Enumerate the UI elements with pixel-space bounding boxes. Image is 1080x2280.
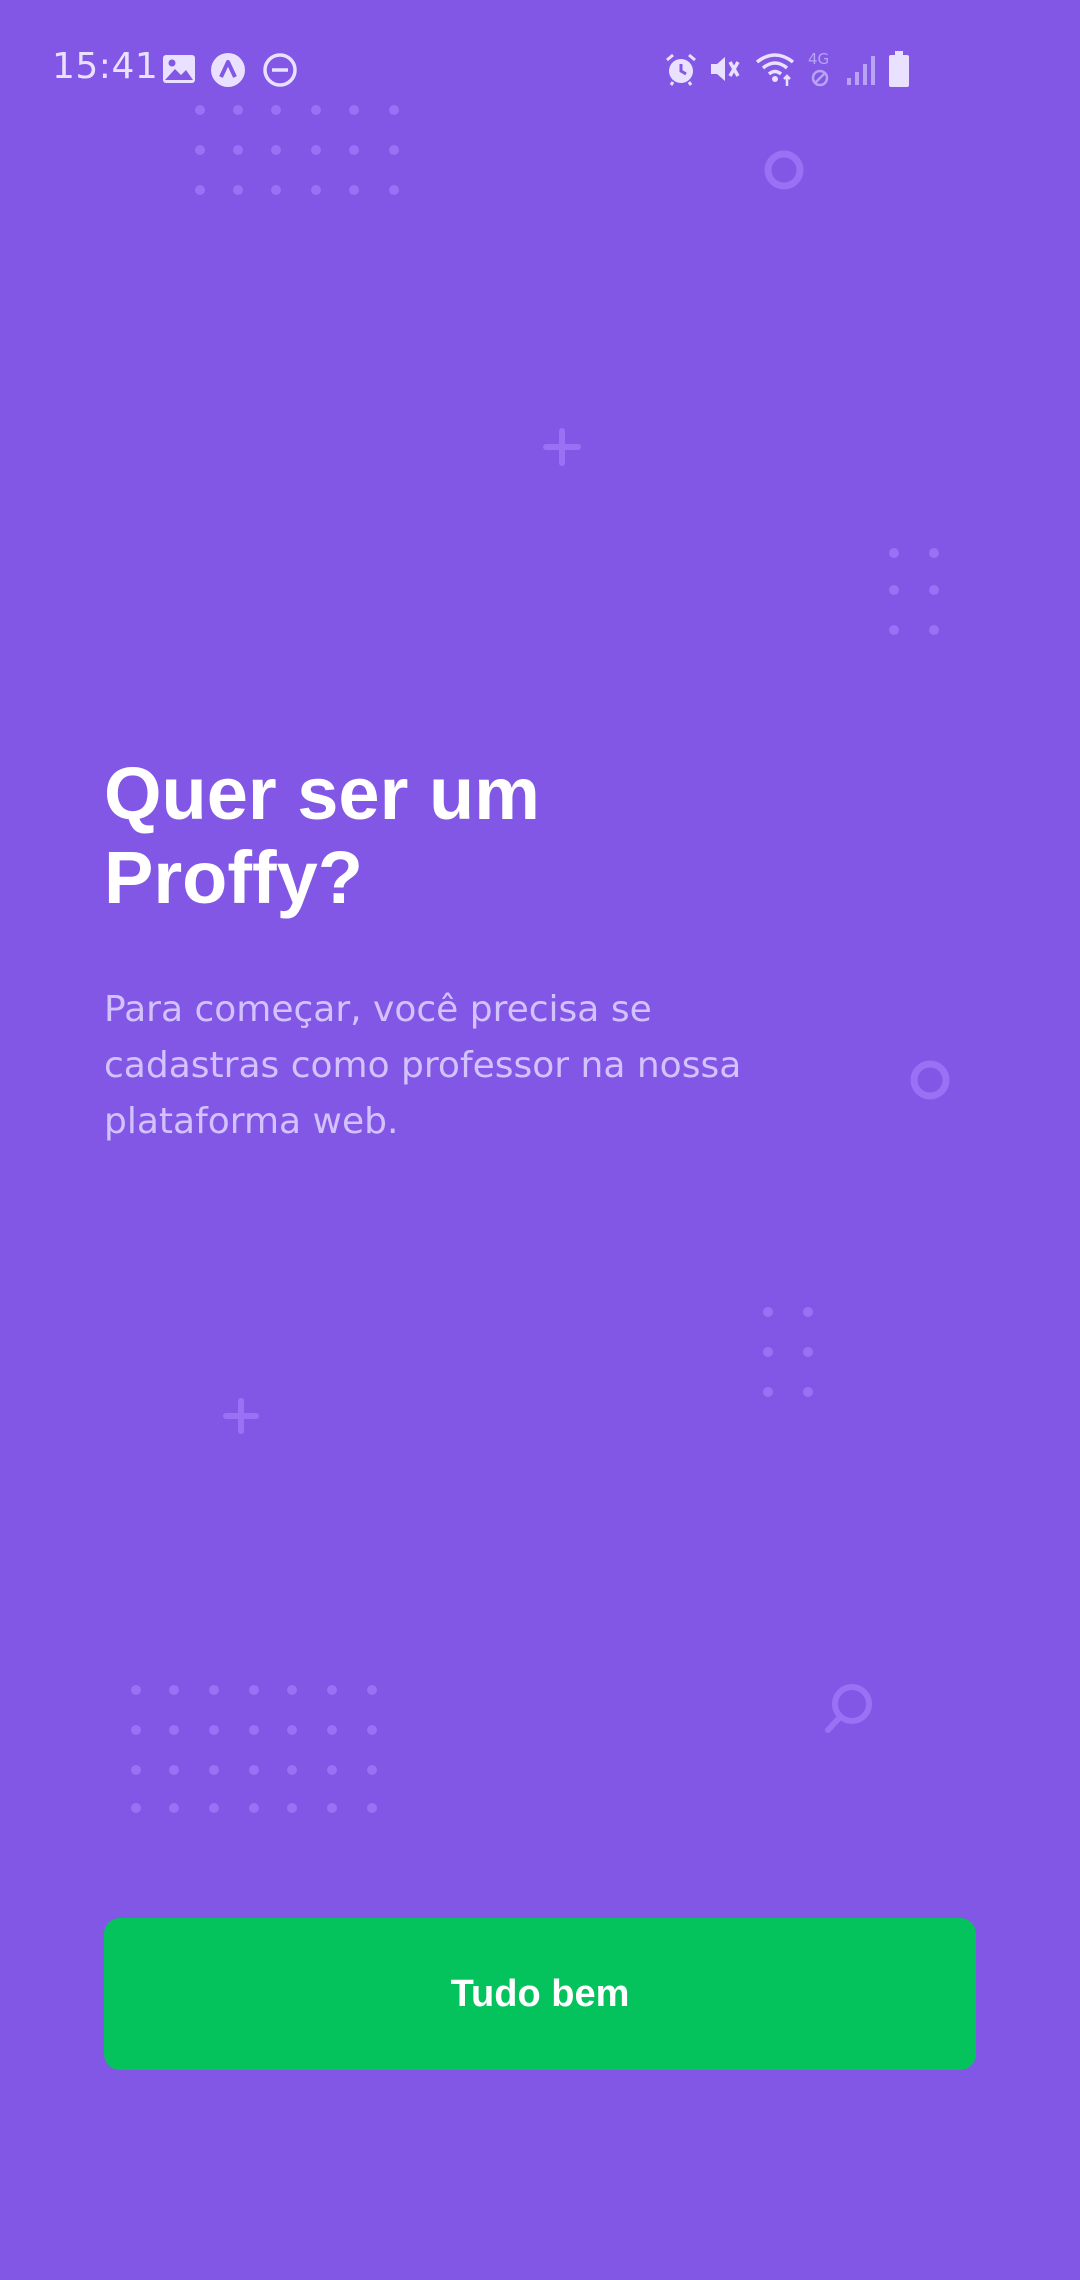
magnifier-decoration-icon [825, 1684, 872, 1733]
plus-lower [223, 1398, 259, 1434]
ring-middle [910, 1060, 950, 1100]
signal-icon [847, 56, 875, 85]
dot-grid-middle [763, 1307, 813, 1397]
tudo-bem-button[interactable]: Tudo bem [104, 1918, 976, 2070]
status-bar: 15:41 4G [0, 0, 1080, 140]
navigation-app-icon [211, 53, 245, 87]
gallery-icon [163, 55, 195, 83]
4g-disabled-icon: 4G [806, 50, 836, 90]
alarm-icon [666, 53, 696, 86]
vibrate-mute-icon [711, 57, 740, 81]
ring-top [764, 150, 804, 190]
dot-grid-right [889, 548, 939, 635]
plus-upper [543, 428, 581, 466]
wifi-icon [755, 53, 795, 86]
page-title: Quer ser um Proffy? [104, 752, 540, 919]
network-type-label: 4G [808, 50, 830, 68]
dot-grid-bottom [131, 1685, 377, 1813]
battery-icon [889, 51, 909, 87]
status-time: 15:41 [52, 46, 159, 87]
do-not-disturb-icon [263, 53, 297, 87]
tudo-bem-button-label: Tudo bem [450, 1972, 630, 2015]
page-description: Para começar, você precisa se cadastras … [104, 989, 742, 1142]
